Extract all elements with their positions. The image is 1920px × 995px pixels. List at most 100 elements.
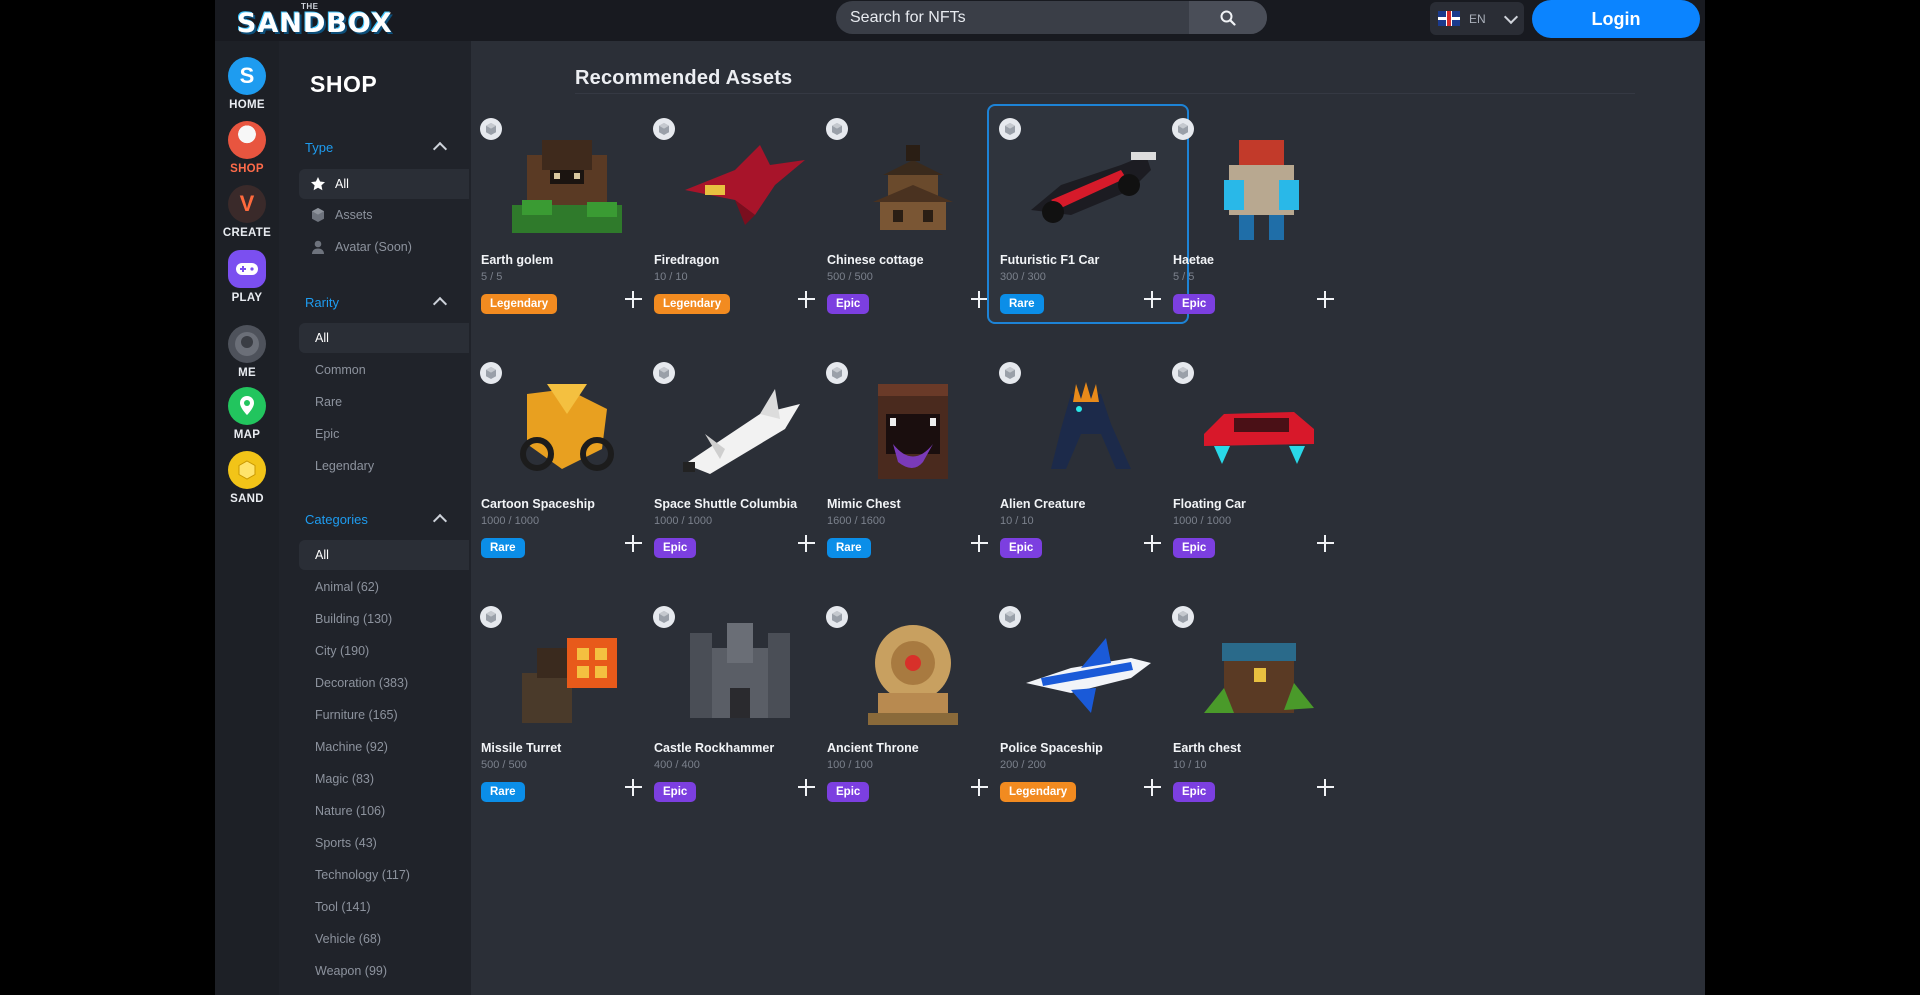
asset-name: Castle Rockhammer: [654, 741, 775, 755]
asset-card[interactable]: Futuristic F1 Car 300 / 300 Rare: [987, 104, 1189, 324]
asset-image[interactable]: [1184, 618, 1334, 732]
filter-categories-nature[interactable]: Nature (106): [299, 796, 469, 826]
section-header-categories[interactable]: Categories: [305, 511, 448, 529]
asset-card[interactable]: Space Shuttle Columbia 1000 / 1000 Epic: [643, 350, 841, 570]
rarity-badge: Epic: [1000, 538, 1043, 558]
asset-image[interactable]: [1011, 130, 1161, 244]
nav-item-play[interactable]: PLAY: [215, 250, 279, 304]
asset-card[interactable]: Cartoon Spaceship 1000 / 1000 Rare: [470, 350, 668, 570]
asset-name: Chinese cottage: [827, 253, 924, 267]
language-selector[interactable]: EN: [1430, 2, 1524, 35]
asset-name: Firedragon: [654, 253, 720, 267]
search-button[interactable]: [1189, 1, 1267, 34]
nav-item-shop[interactable]: SHOP: [215, 121, 279, 175]
language-code: EN: [1469, 11, 1486, 26]
filter-categories-city[interactable]: City (190): [299, 636, 469, 666]
filter-option-label: Common: [315, 363, 366, 377]
filter-categories-tool[interactable]: Tool (141): [299, 892, 469, 922]
filter-categories-magic[interactable]: Magic (83): [299, 764, 469, 794]
asset-card[interactable]: Floating Car 1000 / 1000 Epic: [1162, 350, 1360, 570]
filter-categories-weapon[interactable]: Weapon (99): [299, 956, 469, 986]
filter-option-label: All: [315, 331, 329, 345]
filter-option-label: Tool (141): [315, 900, 371, 914]
asset-card[interactable]: Castle Rockhammer 400 / 400 Epic: [643, 594, 841, 814]
asset-card[interactable]: Police Spaceship 200 / 200 Legendary: [989, 594, 1187, 814]
asset-quantity: 100 / 100: [827, 759, 873, 771]
add-to-cart-button[interactable]: [1312, 286, 1338, 312]
rarity-badge: Epic: [654, 538, 697, 558]
asset-image[interactable]: [665, 374, 815, 488]
filter-categories-all[interactable]: All: [299, 540, 469, 570]
asset-image[interactable]: [665, 618, 815, 732]
asset-image[interactable]: [492, 130, 642, 244]
asset-card[interactable]: Haetae 5 / 5 Epic: [1162, 106, 1360, 326]
rarity-badge: Legendary: [1000, 782, 1077, 802]
rarity-badge: Epic: [827, 782, 870, 802]
asset-image[interactable]: [838, 130, 988, 244]
asset-card[interactable]: Chinese cottage 500 / 500 Epic: [816, 106, 1014, 326]
asset-image[interactable]: [665, 130, 815, 244]
user-icon: [309, 238, 327, 256]
asset-quantity: 500 / 500: [827, 271, 873, 283]
filter-type-assets[interactable]: Assets: [299, 200, 469, 230]
asset-card[interactable]: Earth chest 10 / 10 Epic: [1162, 594, 1360, 814]
filter-option-label: Epic: [315, 427, 340, 441]
search-input[interactable]: [850, 1, 1190, 34]
filter-categories-building[interactable]: Building (130): [299, 604, 469, 634]
asset-card[interactable]: Mimic Chest 1600 / 1600 Rare: [816, 350, 1014, 570]
filter-categories-decoration[interactable]: Decoration (383): [299, 668, 469, 698]
asset-image[interactable]: [1184, 130, 1334, 244]
filter-option-label: Assets: [335, 208, 373, 222]
asset-name: Space Shuttle Columbia: [654, 497, 798, 511]
filter-categories-sports[interactable]: Sports (43): [299, 828, 469, 858]
chevron-up-icon: [432, 513, 448, 529]
add-to-cart-button[interactable]: [1312, 530, 1338, 556]
filter-rarity-common[interactable]: Common: [299, 355, 469, 385]
asset-card[interactable]: Earth golem 5 / 5 Legendary: [470, 106, 668, 326]
filter-type-all[interactable]: All: [299, 169, 469, 199]
asset-image[interactable]: [492, 374, 642, 488]
filter-categories-vehicle[interactable]: Vehicle (68): [299, 924, 469, 954]
asset-card[interactable]: Alien Creature 10 / 10 Epic: [989, 350, 1187, 570]
sandbox-logo[interactable]: THE SANDBOX: [237, 2, 392, 40]
filter-rarity-all[interactable]: All: [299, 323, 469, 353]
chevron-up-icon: [432, 141, 448, 157]
rarity-badge: Rare: [1000, 294, 1044, 314]
add-to-cart-button[interactable]: [1312, 774, 1338, 800]
asset-name: Police Spaceship: [1000, 741, 1103, 755]
asset-image[interactable]: [1011, 374, 1161, 488]
asset-image[interactable]: [492, 618, 642, 732]
filter-type-avatar[interactable]: Avatar (Soon): [299, 232, 469, 262]
nav-item-map[interactable]: MAP: [215, 387, 279, 441]
login-button[interactable]: Login: [1532, 0, 1700, 38]
asset-card[interactable]: Ancient Throne 100 / 100 Epic: [816, 594, 1014, 814]
map-icon: [228, 387, 266, 425]
star-icon: [309, 175, 327, 193]
section-label: Type: [305, 140, 334, 155]
asset-image[interactable]: [838, 618, 988, 732]
rarity-badge: Rare: [827, 538, 871, 558]
filter-categories-furniture[interactable]: Furniture (165): [299, 700, 469, 730]
nav-item-home[interactable]: S HOME: [215, 57, 279, 111]
filter-option-label: Magic (83): [315, 772, 375, 786]
create-icon: V: [228, 185, 266, 223]
filter-categories-technology[interactable]: Technology (117): [299, 860, 469, 890]
filter-categories-machine[interactable]: Machine (92): [299, 732, 469, 762]
asset-card[interactable]: Firedragon 10 / 10 Legendary: [643, 106, 841, 326]
asset-card[interactable]: Missile Turret 500 / 500 Rare: [470, 594, 668, 814]
rarity-badge: Epic: [1173, 294, 1216, 314]
filter-rarity-rare[interactable]: Rare: [299, 387, 469, 417]
nav-item-sand[interactable]: SAND: [215, 451, 279, 505]
section-header-type[interactable]: Type: [305, 139, 448, 157]
filter-rarity-legendary[interactable]: Legendary: [299, 451, 469, 481]
nav-item-create[interactable]: V CREATE: [215, 185, 279, 239]
section-header-rarity[interactable]: Rarity: [305, 294, 448, 312]
rarity-badge: Epic: [1173, 782, 1216, 802]
rarity-badge: Epic: [827, 294, 870, 314]
filter-rarity-epic[interactable]: Epic: [299, 419, 469, 449]
filter-categories-animal[interactable]: Animal (62): [299, 572, 469, 602]
asset-image[interactable]: [838, 374, 988, 488]
asset-image[interactable]: [1184, 374, 1334, 488]
asset-image[interactable]: [1011, 618, 1161, 732]
nav-item-me[interactable]: ME: [215, 325, 279, 379]
